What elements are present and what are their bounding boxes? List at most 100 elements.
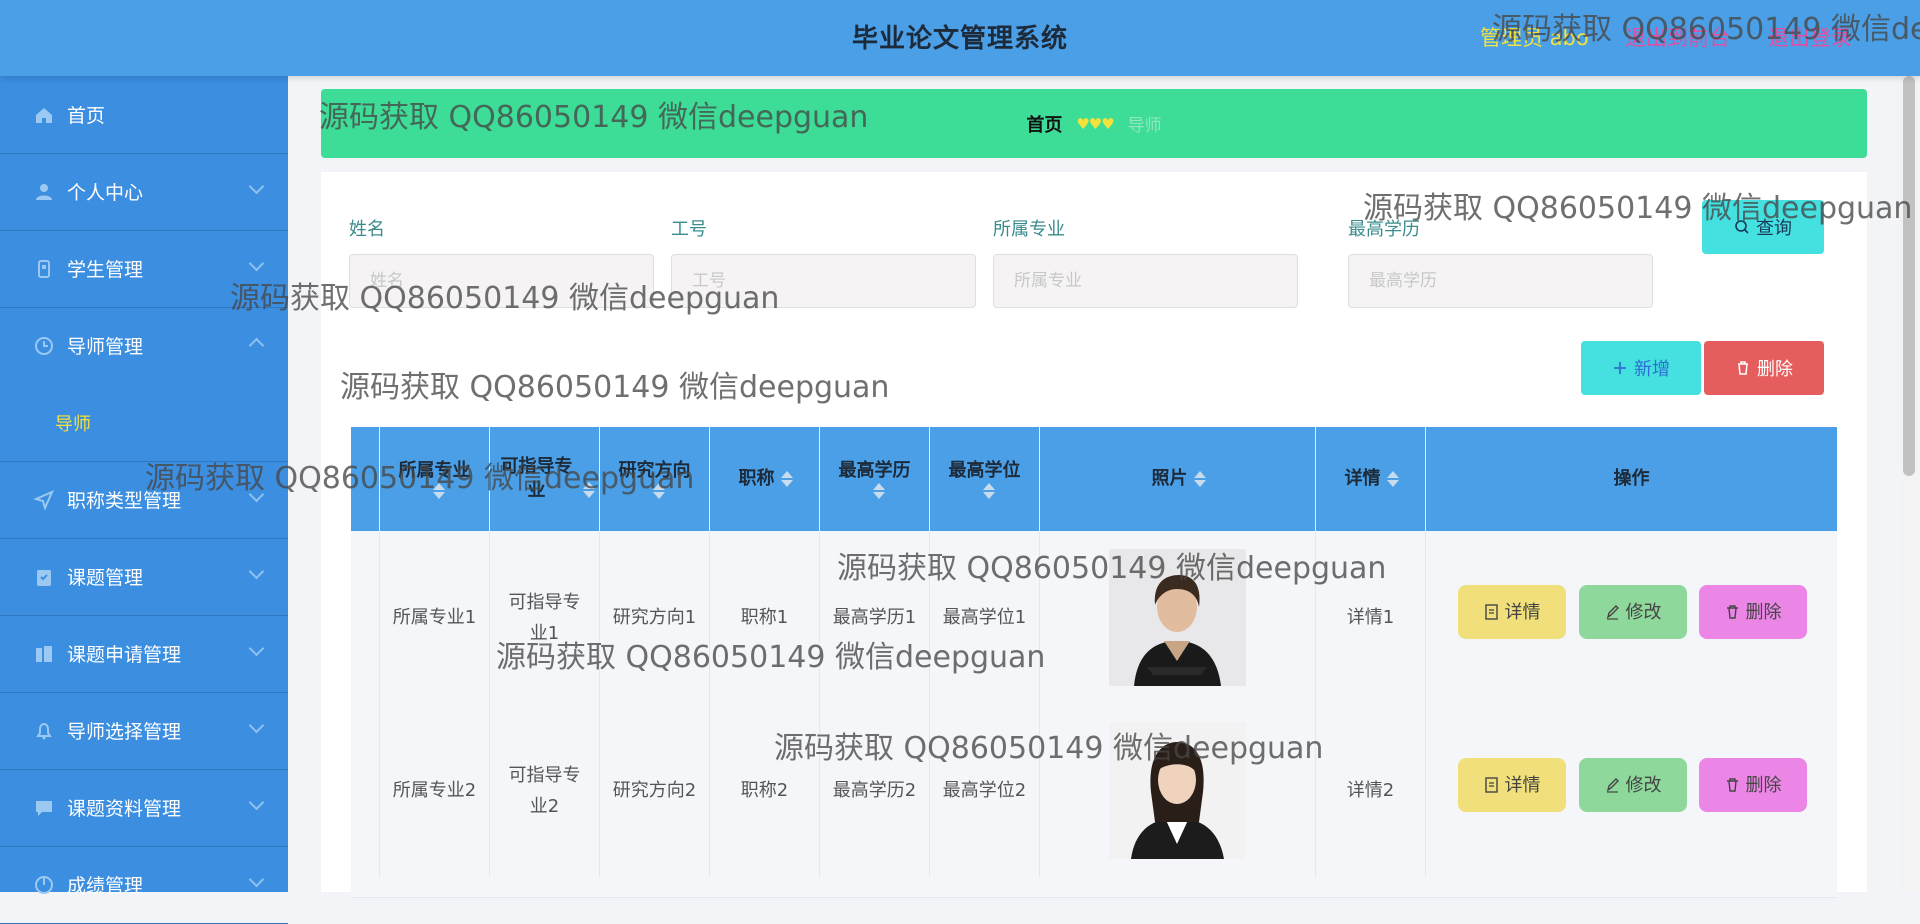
- sidebar-item-home[interactable]: 首页: [0, 76, 288, 154]
- sidebar-item-topic-materials[interactable]: 课题资料管理: [0, 769, 288, 847]
- detail-button[interactable]: 详情: [1458, 585, 1566, 639]
- trash-icon: [1726, 605, 1738, 619]
- clock-icon: [33, 335, 55, 357]
- table-row: [351, 877, 1837, 898]
- building-icon: [33, 643, 55, 665]
- cell-title: 职称2: [710, 704, 820, 877]
- batch-delete-button[interactable]: 删除: [1704, 341, 1824, 395]
- cell-major: 所属专业2: [380, 704, 490, 877]
- send-icon: [33, 489, 55, 511]
- row-select-cell[interactable]: [351, 704, 380, 877]
- sort-icon[interactable]: [652, 483, 665, 499]
- batch-delete-label: 删除: [1757, 359, 1793, 380]
- edit-button[interactable]: 修改: [1579, 585, 1687, 639]
- query-button-label: 查询: [1756, 218, 1792, 239]
- sidebar-item-supervisor-selection[interactable]: 导师选择管理: [0, 692, 288, 770]
- major-input[interactable]: [993, 254, 1298, 308]
- col-detail[interactable]: 详情: [1316, 427, 1426, 531]
- supervisor-photo[interactable]: [1109, 722, 1246, 859]
- query-button[interactable]: 查询: [1702, 200, 1824, 254]
- bell-icon: [33, 720, 55, 742]
- delete-button[interactable]: 删除: [1699, 585, 1807, 639]
- cell-title: 职称1: [710, 531, 820, 704]
- cell-photo: [1040, 704, 1316, 877]
- name-label: 姓名: [349, 219, 385, 240]
- heart-icon: ♥♥♥: [1076, 114, 1114, 133]
- major-label: 所属专业: [993, 219, 1065, 240]
- sidebar-subitem-supervisor[interactable]: 导师: [0, 384, 288, 462]
- user-icon: [33, 181, 55, 203]
- sidebar: 首页 个人中心 学生管理 导师管理 导师 职称类型管理 课题管理 课题申请管理 …: [0, 76, 288, 924]
- degree-input[interactable]: [1348, 254, 1653, 308]
- logout-link[interactable]: 退出登录: [1768, 22, 1852, 52]
- top-header: 毕业论文管理系统 管理员 abo 退出到前台 退出登录: [0, 0, 1920, 76]
- cell-research: 研究方向2: [600, 704, 710, 877]
- col-title[interactable]: 职称: [710, 427, 820, 531]
- col-actions: 操作: [1613, 468, 1650, 489]
- cell-detail: 详情1: [1316, 531, 1426, 704]
- col-guide-major[interactable]: 可指导专业: [490, 427, 600, 531]
- col-photo[interactable]: 照片: [1040, 427, 1316, 531]
- sidebar-item-grades[interactable]: 成绩管理: [0, 846, 288, 924]
- breadcrumb-home[interactable]: 首页: [1026, 111, 1062, 137]
- chart-icon: [33, 874, 55, 896]
- search-icon: [1735, 220, 1749, 234]
- cell-guide-major: 可指导专业1: [490, 531, 600, 704]
- col-degree[interactable]: 最高学位: [930, 427, 1040, 531]
- sort-icon[interactable]: [982, 483, 995, 499]
- col-education[interactable]: 最高学历: [820, 427, 930, 531]
- col-major[interactable]: 所属专业: [380, 427, 490, 531]
- breadcrumb: 首页 ♥♥♥ 导师: [321, 89, 1867, 158]
- sort-icon[interactable]: [1386, 471, 1399, 487]
- trash-icon: [1738, 361, 1748, 375]
- sidebar-item-topic-applications[interactable]: 课题申请管理: [0, 615, 288, 693]
- add-button[interactable]: 新增: [1581, 341, 1701, 395]
- edit-button[interactable]: 修改: [1579, 758, 1687, 812]
- col-research[interactable]: 研究方向: [600, 427, 710, 531]
- home-icon: [33, 104, 55, 126]
- pencil-icon: [1606, 605, 1619, 620]
- staff-id-input[interactable]: [671, 254, 976, 308]
- sidebar-item-title-types[interactable]: 职称类型管理: [0, 461, 288, 539]
- cell-actions: 详情 修改 删除: [1426, 704, 1837, 877]
- cell-education: 最高学历1: [820, 531, 930, 704]
- sort-icon[interactable]: [432, 483, 445, 499]
- sort-icon[interactable]: [582, 482, 595, 498]
- pencil-icon: [1606, 778, 1619, 793]
- sidebar-item-students[interactable]: 学生管理: [0, 230, 288, 308]
- cell-research: 研究方向1: [600, 531, 710, 704]
- document-icon: [1484, 604, 1498, 620]
- name-input[interactable]: [349, 254, 654, 308]
- sort-icon[interactable]: [872, 483, 885, 499]
- sidebar-item-topics[interactable]: 课题管理: [0, 538, 288, 616]
- table-row: 所属专业2 可指导专业2 研究方向2 职称2 最高学历2 最高学位2 详情2 详…: [351, 704, 1837, 878]
- cell-degree: 最高学位2: [930, 704, 1040, 877]
- detail-button[interactable]: 详情: [1458, 758, 1566, 812]
- plus-icon: [1614, 362, 1626, 374]
- cell-detail: 详情2: [1316, 704, 1426, 877]
- sort-icon[interactable]: [780, 471, 793, 487]
- staff-id-label: 工号: [671, 219, 707, 240]
- sidebar-subitem-label: 导师: [55, 413, 91, 435]
- document-icon: [1484, 777, 1498, 793]
- select-column-header[interactable]: [351, 427, 380, 531]
- sidebar-item-label: 首页: [67, 105, 106, 127]
- cell-major: 所属专业1: [380, 531, 490, 704]
- sidebar-item-profile[interactable]: 个人中心: [0, 153, 288, 231]
- sidebar-item-supervisors[interactable]: 导师管理: [0, 307, 288, 385]
- clipboard-icon: [33, 566, 55, 588]
- page-scrollbar-thumb[interactable]: [1903, 76, 1915, 476]
- sort-icon[interactable]: [1193, 471, 1206, 487]
- row-select-cell[interactable]: [351, 531, 380, 704]
- breadcrumb-current: 导师: [1127, 116, 1162, 136]
- trash-icon: [1726, 778, 1738, 792]
- table-header: 所属专业 可指导专业 研究方向 职称 最高学历 最高学位 照片 详情 操作: [351, 427, 1837, 531]
- delete-button[interactable]: 删除: [1699, 758, 1807, 812]
- supervisor-photo[interactable]: [1109, 549, 1246, 686]
- degree-label: 最高学历: [1348, 219, 1420, 240]
- add-button-label: 新增: [1634, 359, 1670, 380]
- exit-to-frontend-link[interactable]: 退出到前台: [1625, 22, 1730, 52]
- table-row: 所属专业1 可指导专业1 研究方向1 职称1 最高学历1 最高学位1 详情1 详…: [351, 531, 1837, 705]
- admin-label: 管理员 abo: [1480, 26, 1589, 50]
- cell-degree: 最高学位1: [930, 531, 1040, 704]
